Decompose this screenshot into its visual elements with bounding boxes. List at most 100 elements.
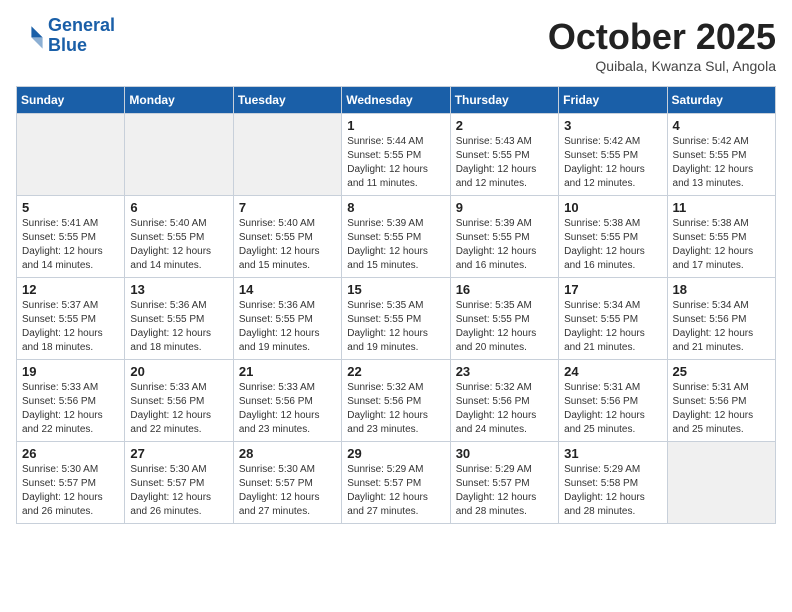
day-info: Sunrise: 5:38 AM Sunset: 5:55 PM Dayligh… xyxy=(564,217,661,273)
location: Quibala, Kwanza Sul, Angola xyxy=(548,58,776,74)
day-number: 17 xyxy=(564,282,661,297)
day-info: Sunrise: 5:44 AM Sunset: 5:55 PM Dayligh… xyxy=(347,135,444,191)
day-number: 26 xyxy=(22,446,119,461)
calendar-cell: 18 Sunrise: 5:34 AM Sunset: 5:56 PM Dayli… xyxy=(667,278,775,360)
day-number: 28 xyxy=(239,446,336,461)
calendar-cell: 2Sunrise: 5:43 AM Sunset: 5:55 PM Daylig… xyxy=(450,114,558,196)
day-number: 16 xyxy=(456,282,553,297)
calendar-week-row: 26 Sunrise: 5:30 AM Sunset: 5:57 PM Dayli… xyxy=(17,442,776,524)
day-number: 9 xyxy=(456,200,553,215)
calendar-cell: 13Sunrise: 5:36 AM Sunset: 5:55 PM Dayli… xyxy=(125,278,233,360)
weekday-label: Wednesday xyxy=(342,87,450,114)
day-info: Sunrise: 5:40 AM Sunset: 5:55 PM Dayligh… xyxy=(130,217,227,273)
day-number: 27 xyxy=(130,446,227,461)
calendar-cell: 20 Sunrise: 5:33 AM Sunset: 5:56 PM Dayli… xyxy=(125,360,233,442)
day-number: 3 xyxy=(564,118,661,133)
weekday-label: Monday xyxy=(125,87,233,114)
page-header: General Blue October 2025 Quibala, Kwanz… xyxy=(16,16,776,74)
calendar-body: 1 Sunrise: 5:44 AM Sunset: 5:55 PM Daylig… xyxy=(17,114,776,524)
day-info: Sunrise: 5:33 AM Sunset: 5:56 PM Dayligh… xyxy=(130,381,227,437)
calendar-cell: 26 Sunrise: 5:30 AM Sunset: 5:57 PM Dayli… xyxy=(17,442,125,524)
day-number: 15 xyxy=(347,282,444,297)
weekday-label: Tuesday xyxy=(233,87,341,114)
day-info: Sunrise: 5:31 AM Sunset: 5:56 PM Dayligh… xyxy=(564,381,661,437)
calendar-week-row: 1 Sunrise: 5:44 AM Sunset: 5:55 PM Daylig… xyxy=(17,114,776,196)
weekday-header-row: SundayMondayTuesdayWednesdayThursdayFrid… xyxy=(17,87,776,114)
weekday-label: Sunday xyxy=(17,87,125,114)
day-info: Sunrise: 5:29 AM Sunset: 5:57 PM Dayligh… xyxy=(347,463,444,519)
day-number: 19 xyxy=(22,364,119,379)
calendar-cell: 31 Sunrise: 5:29 AM Sunset: 5:58 PM Dayli… xyxy=(559,442,667,524)
day-info: Sunrise: 5:34 AM Sunset: 5:56 PM Dayligh… xyxy=(673,299,770,355)
day-number: 29 xyxy=(347,446,444,461)
calendar-cell: 28 Sunrise: 5:30 AM Sunset: 5:57 PM Dayli… xyxy=(233,442,341,524)
calendar-week-row: 5 Sunrise: 5:41 AM Sunset: 5:55 PM Daylig… xyxy=(17,196,776,278)
day-info: Sunrise: 5:29 AM Sunset: 5:57 PM Dayligh… xyxy=(456,463,553,519)
calendar-cell: 8 Sunrise: 5:39 AM Sunset: 5:55 PM Daylig… xyxy=(342,196,450,278)
day-number: 2 xyxy=(456,118,553,133)
day-number: 21 xyxy=(239,364,336,379)
day-info: Sunrise: 5:32 AM Sunset: 5:56 PM Dayligh… xyxy=(347,381,444,437)
weekday-label: Friday xyxy=(559,87,667,114)
calendar-cell: 9Sunrise: 5:39 AM Sunset: 5:55 PM Daylig… xyxy=(450,196,558,278)
day-info: Sunrise: 5:38 AM Sunset: 5:55 PM Dayligh… xyxy=(673,217,770,273)
day-info: Sunrise: 5:42 AM Sunset: 5:55 PM Dayligh… xyxy=(564,135,661,191)
calendar-cell: 6Sunrise: 5:40 AM Sunset: 5:55 PM Daylig… xyxy=(125,196,233,278)
calendar-cell: 16 Sunrise: 5:35 AM Sunset: 5:55 PM Dayli… xyxy=(450,278,558,360)
day-info: Sunrise: 5:36 AM Sunset: 5:55 PM Dayligh… xyxy=(239,299,336,355)
day-number: 8 xyxy=(347,200,444,215)
weekday-label: Saturday xyxy=(667,87,775,114)
day-number: 20 xyxy=(130,364,227,379)
day-info: Sunrise: 5:33 AM Sunset: 5:56 PM Dayligh… xyxy=(22,381,119,437)
day-number: 14 xyxy=(239,282,336,297)
day-number: 12 xyxy=(22,282,119,297)
day-number: 18 xyxy=(673,282,770,297)
day-number: 4 xyxy=(673,118,770,133)
day-info: Sunrise: 5:35 AM Sunset: 5:55 PM Dayligh… xyxy=(347,299,444,355)
logo-text: General Blue xyxy=(48,16,115,56)
calendar-cell: 22 Sunrise: 5:32 AM Sunset: 5:56 PM Dayli… xyxy=(342,360,450,442)
calendar-cell: 15 Sunrise: 5:35 AM Sunset: 5:55 PM Dayli… xyxy=(342,278,450,360)
calendar-week-row: 12 Sunrise: 5:37 AM Sunset: 5:55 PM Dayli… xyxy=(17,278,776,360)
calendar-cell: 1 Sunrise: 5:44 AM Sunset: 5:55 PM Daylig… xyxy=(342,114,450,196)
calendar-cell: 14 Sunrise: 5:36 AM Sunset: 5:55 PM Dayli… xyxy=(233,278,341,360)
day-info: Sunrise: 5:37 AM Sunset: 5:55 PM Dayligh… xyxy=(22,299,119,355)
day-info: Sunrise: 5:29 AM Sunset: 5:58 PM Dayligh… xyxy=(564,463,661,519)
calendar-cell: 10 Sunrise: 5:38 AM Sunset: 5:55 PM Dayli… xyxy=(559,196,667,278)
day-number: 5 xyxy=(22,200,119,215)
calendar-cell: 24Sunrise: 5:31 AM Sunset: 5:56 PM Dayli… xyxy=(559,360,667,442)
day-info: Sunrise: 5:31 AM Sunset: 5:56 PM Dayligh… xyxy=(673,381,770,437)
day-number: 1 xyxy=(347,118,444,133)
calendar-cell: 5 Sunrise: 5:41 AM Sunset: 5:55 PM Daylig… xyxy=(17,196,125,278)
calendar-cell: 4 Sunrise: 5:42 AM Sunset: 5:55 PM Daylig… xyxy=(667,114,775,196)
calendar-cell: 3 Sunrise: 5:42 AM Sunset: 5:55 PM Daylig… xyxy=(559,114,667,196)
day-number: 31 xyxy=(564,446,661,461)
calendar-cell: 12 Sunrise: 5:37 AM Sunset: 5:55 PM Dayli… xyxy=(17,278,125,360)
day-info: Sunrise: 5:42 AM Sunset: 5:55 PM Dayligh… xyxy=(673,135,770,191)
calendar-week-row: 19 Sunrise: 5:33 AM Sunset: 5:56 PM Dayli… xyxy=(17,360,776,442)
calendar-table: SundayMondayTuesdayWednesdayThursdayFrid… xyxy=(16,86,776,524)
day-number: 7 xyxy=(239,200,336,215)
day-info: Sunrise: 5:30 AM Sunset: 5:57 PM Dayligh… xyxy=(22,463,119,519)
weekday-label: Thursday xyxy=(450,87,558,114)
day-number: 30 xyxy=(456,446,553,461)
calendar-cell: 21 Sunrise: 5:33 AM Sunset: 5:56 PM Dayli… xyxy=(233,360,341,442)
calendar-cell: 19 Sunrise: 5:33 AM Sunset: 5:56 PM Dayli… xyxy=(17,360,125,442)
day-info: Sunrise: 5:39 AM Sunset: 5:55 PM Dayligh… xyxy=(347,217,444,273)
calendar-cell: 23Sunrise: 5:32 AM Sunset: 5:56 PM Dayli… xyxy=(450,360,558,442)
calendar-cell xyxy=(17,114,125,196)
day-info: Sunrise: 5:33 AM Sunset: 5:56 PM Dayligh… xyxy=(239,381,336,437)
calendar-cell xyxy=(233,114,341,196)
day-info: Sunrise: 5:30 AM Sunset: 5:57 PM Dayligh… xyxy=(130,463,227,519)
calendar-cell: 29 Sunrise: 5:29 AM Sunset: 5:57 PM Dayli… xyxy=(342,442,450,524)
day-number: 23 xyxy=(456,364,553,379)
day-info: Sunrise: 5:41 AM Sunset: 5:55 PM Dayligh… xyxy=(22,217,119,273)
logo-icon xyxy=(16,22,44,50)
day-number: 22 xyxy=(347,364,444,379)
title-block: October 2025 Quibala, Kwanza Sul, Angola xyxy=(548,16,776,74)
calendar-cell xyxy=(667,442,775,524)
day-info: Sunrise: 5:35 AM Sunset: 5:55 PM Dayligh… xyxy=(456,299,553,355)
day-number: 10 xyxy=(564,200,661,215)
day-info: Sunrise: 5:30 AM Sunset: 5:57 PM Dayligh… xyxy=(239,463,336,519)
day-number: 11 xyxy=(673,200,770,215)
